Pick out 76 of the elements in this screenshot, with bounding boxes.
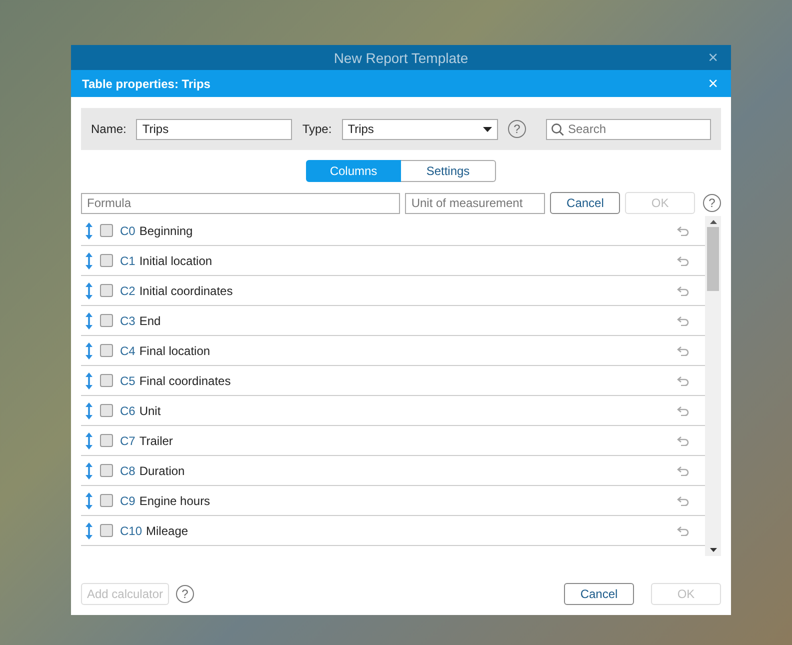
- column-code: C7: [120, 434, 136, 448]
- column-name[interactable]: End: [139, 314, 677, 328]
- dialog-button[interactable]: Cancel: [564, 583, 634, 605]
- undo-icon[interactable]: [677, 286, 689, 296]
- undo-icon[interactable]: [677, 316, 689, 326]
- column-name[interactable]: Initial coordinates: [139, 284, 677, 298]
- type-label: Type:: [302, 122, 332, 136]
- checkbox[interactable]: [100, 224, 113, 237]
- type-dropdown[interactable]: Trips: [342, 118, 498, 140]
- undo-icon[interactable]: [677, 346, 689, 356]
- drag-handle-icon[interactable]: [85, 222, 93, 240]
- checkbox[interactable]: [100, 494, 113, 507]
- drag-handle-icon[interactable]: [85, 342, 93, 360]
- undo-icon[interactable]: [677, 526, 689, 536]
- form-button[interactable]: Cancel: [550, 192, 620, 214]
- search-icon: [551, 122, 564, 136]
- search-field[interactable]: Search: [546, 118, 711, 140]
- checkbox[interactable]: [100, 404, 113, 417]
- drag-handle-icon[interactable]: [85, 372, 93, 390]
- checkbox[interactable]: [100, 314, 113, 327]
- column-code: C1: [120, 254, 136, 268]
- checkbox[interactable]: [100, 374, 113, 387]
- unit-field[interactable]: Unit of measurement: [405, 192, 546, 214]
- undo-icon[interactable]: [677, 256, 689, 266]
- column-code: C10: [120, 524, 142, 538]
- column-code: C5: [120, 374, 136, 388]
- window-title: New Report Template: [334, 50, 468, 66]
- column-name[interactable]: Mileage: [146, 524, 677, 538]
- checkbox[interactable]: [100, 524, 113, 537]
- scroll-down-icon[interactable]: [710, 548, 716, 552]
- drag-handle-icon[interactable]: [85, 252, 93, 270]
- name-field[interactable]: Trips: [136, 118, 292, 140]
- help-button[interactable]: ?: [508, 120, 526, 138]
- checkbox[interactable]: [100, 284, 113, 297]
- drag-handle-icon[interactable]: [85, 462, 93, 480]
- column-name[interactable]: Final location: [139, 344, 677, 358]
- column-name[interactable]: Final coordinates: [139, 374, 677, 388]
- column-code: C6: [120, 404, 136, 418]
- help-button[interactable]: ?: [703, 194, 721, 212]
- drag-handle-icon[interactable]: [85, 522, 93, 540]
- undo-icon[interactable]: [677, 226, 689, 236]
- help-button[interactable]: ?: [176, 585, 194, 603]
- drag-handle-icon[interactable]: [85, 492, 93, 510]
- formula-field[interactable]: Formula: [81, 192, 400, 214]
- column-code: C0: [120, 224, 136, 238]
- column-code: C9: [120, 494, 136, 508]
- column-code: C8: [120, 464, 136, 478]
- drag-handle-icon[interactable]: [85, 312, 93, 330]
- scroll-up-icon[interactable]: [710, 220, 716, 224]
- undo-icon[interactable]: [677, 496, 689, 506]
- column-name[interactable]: Duration: [139, 464, 677, 478]
- checkbox[interactable]: [100, 254, 113, 267]
- column-code: C4: [120, 344, 136, 358]
- dialog-title: Table properties: Trips: [82, 76, 210, 90]
- column-name[interactable]: Beginning: [139, 224, 677, 238]
- column-name[interactable]: Engine hours: [139, 494, 677, 508]
- caret-icon: [483, 126, 492, 132]
- column-name[interactable]: Unit: [139, 404, 677, 418]
- drag-handle-icon[interactable]: [85, 282, 93, 300]
- column-code: C2: [120, 284, 136, 298]
- column-code: C3: [120, 314, 136, 328]
- undo-icon[interactable]: [677, 436, 689, 446]
- drag-handle-icon[interactable]: [85, 432, 93, 450]
- checkbox[interactable]: [100, 344, 113, 357]
- undo-icon[interactable]: [677, 406, 689, 416]
- column-name[interactable]: Trailer: [139, 434, 677, 448]
- checkbox[interactable]: [100, 464, 113, 477]
- tab[interactable]: Settings: [401, 160, 496, 182]
- scrollbar[interactable]: [705, 216, 721, 556]
- name-label: Name:: [91, 122, 126, 136]
- checkbox[interactable]: [100, 434, 113, 447]
- drag-handle-icon[interactable]: [85, 402, 93, 420]
- undo-icon[interactable]: [677, 466, 689, 476]
- undo-icon[interactable]: [677, 376, 689, 386]
- scrollbar-thumb[interactable]: [707, 227, 719, 291]
- column-name[interactable]: Initial location: [139, 254, 677, 268]
